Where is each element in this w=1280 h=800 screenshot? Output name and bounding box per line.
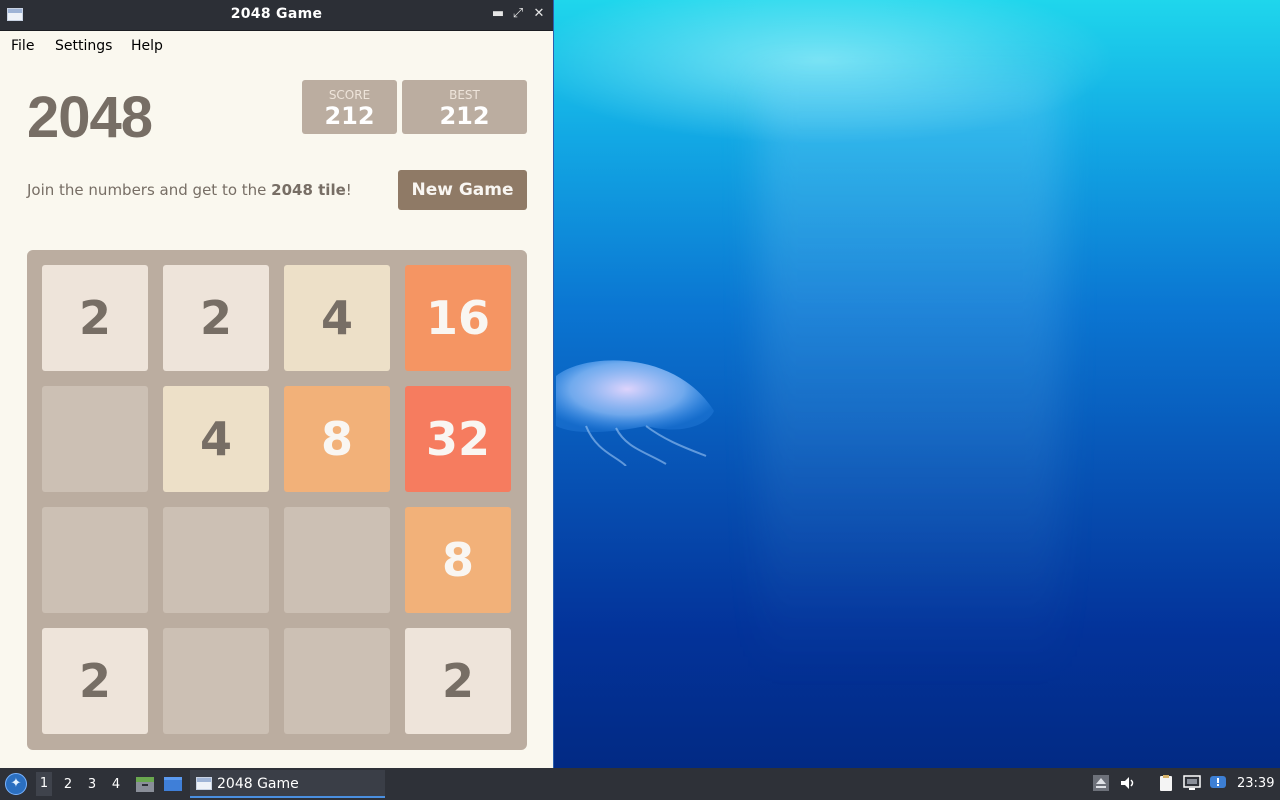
maximize-icon[interactable]: ⤢ [509, 5, 527, 23]
game-board[interactable]: 2 2 4 16 4 8 32 8 2 2 [27, 250, 527, 750]
tile-4: 4 [163, 386, 269, 492]
workspace-4[interactable]: 4 [108, 777, 124, 792]
tile-8: 8 [284, 386, 390, 492]
clock: 23:39 [1237, 776, 1275, 791]
tile-2: 2 [42, 628, 148, 734]
tile-2: 2 [42, 265, 148, 371]
empty-cell [42, 386, 148, 492]
start-menu-icon[interactable]: ✦ [5, 773, 27, 795]
window-title: 2048 Game [230, 6, 323, 22]
file-manager-icon[interactable] [135, 774, 155, 794]
task-label: 2048 Game [217, 776, 299, 792]
intro-prefix: Join the numbers and get to the [27, 181, 272, 199]
tile-16: 16 [405, 265, 511, 371]
empty-cell [163, 628, 269, 734]
intro-text: Join the numbers and get to the 2048 til… [27, 181, 352, 199]
volume-icon[interactable] [1119, 774, 1137, 792]
taskbar-task-2048[interactable]: 2048 Game [190, 770, 385, 798]
menu-settings[interactable]: Settings [55, 38, 112, 54]
eject-icon[interactable] [1092, 774, 1110, 792]
workspace-2[interactable]: 2 [60, 777, 76, 792]
notification-icon[interactable] [1209, 774, 1227, 792]
tile-2: 2 [405, 628, 511, 734]
light-ray [760, 80, 1060, 680]
title-bar[interactable]: 2048 Game ▬ ⤢ ✕ [0, 0, 553, 31]
workspace-3[interactable]: 3 [84, 777, 100, 792]
game-window: 2048 Game ▬ ⤢ ✕ File Settings Help 2048 … [0, 0, 553, 768]
menu-bar: File Settings Help [0, 31, 553, 59]
best-label: BEST [449, 88, 480, 102]
close-icon[interactable]: ✕ [530, 5, 548, 23]
tile-32: 32 [405, 386, 511, 492]
show-desktop-icon[interactable] [163, 774, 183, 794]
score-box: SCORE 212 [302, 80, 397, 134]
empty-cell [284, 628, 390, 734]
tile-4: 4 [284, 265, 390, 371]
game-title: 2048 [27, 85, 153, 150]
tile-8: 8 [405, 507, 511, 613]
clipboard-icon[interactable] [1157, 774, 1175, 792]
menu-file[interactable]: File [11, 38, 34, 54]
intro-bold: 2048 tile [271, 181, 346, 199]
tile-2: 2 [163, 265, 269, 371]
workspace-1[interactable]: 1 [36, 772, 52, 796]
taskbar: ✦ 1 2 3 4 2048 Game 23:39 [0, 768, 1280, 800]
empty-cell [284, 507, 390, 613]
intro-suffix: ! [345, 181, 352, 199]
score-label: SCORE [328, 88, 371, 102]
task-window-icon [196, 777, 212, 790]
empty-cell [42, 507, 148, 613]
menu-help[interactable]: Help [131, 38, 163, 54]
minimize-icon[interactable]: ▬ [489, 5, 507, 23]
best-box: BEST 212 [402, 80, 527, 134]
jellyfish-image [556, 360, 714, 466]
empty-cell [163, 507, 269, 613]
best-value: 212 [439, 102, 490, 130]
network-icon[interactable] [1183, 774, 1201, 792]
score-value: 212 [324, 102, 375, 130]
new-game-button[interactable]: New Game [398, 170, 527, 210]
